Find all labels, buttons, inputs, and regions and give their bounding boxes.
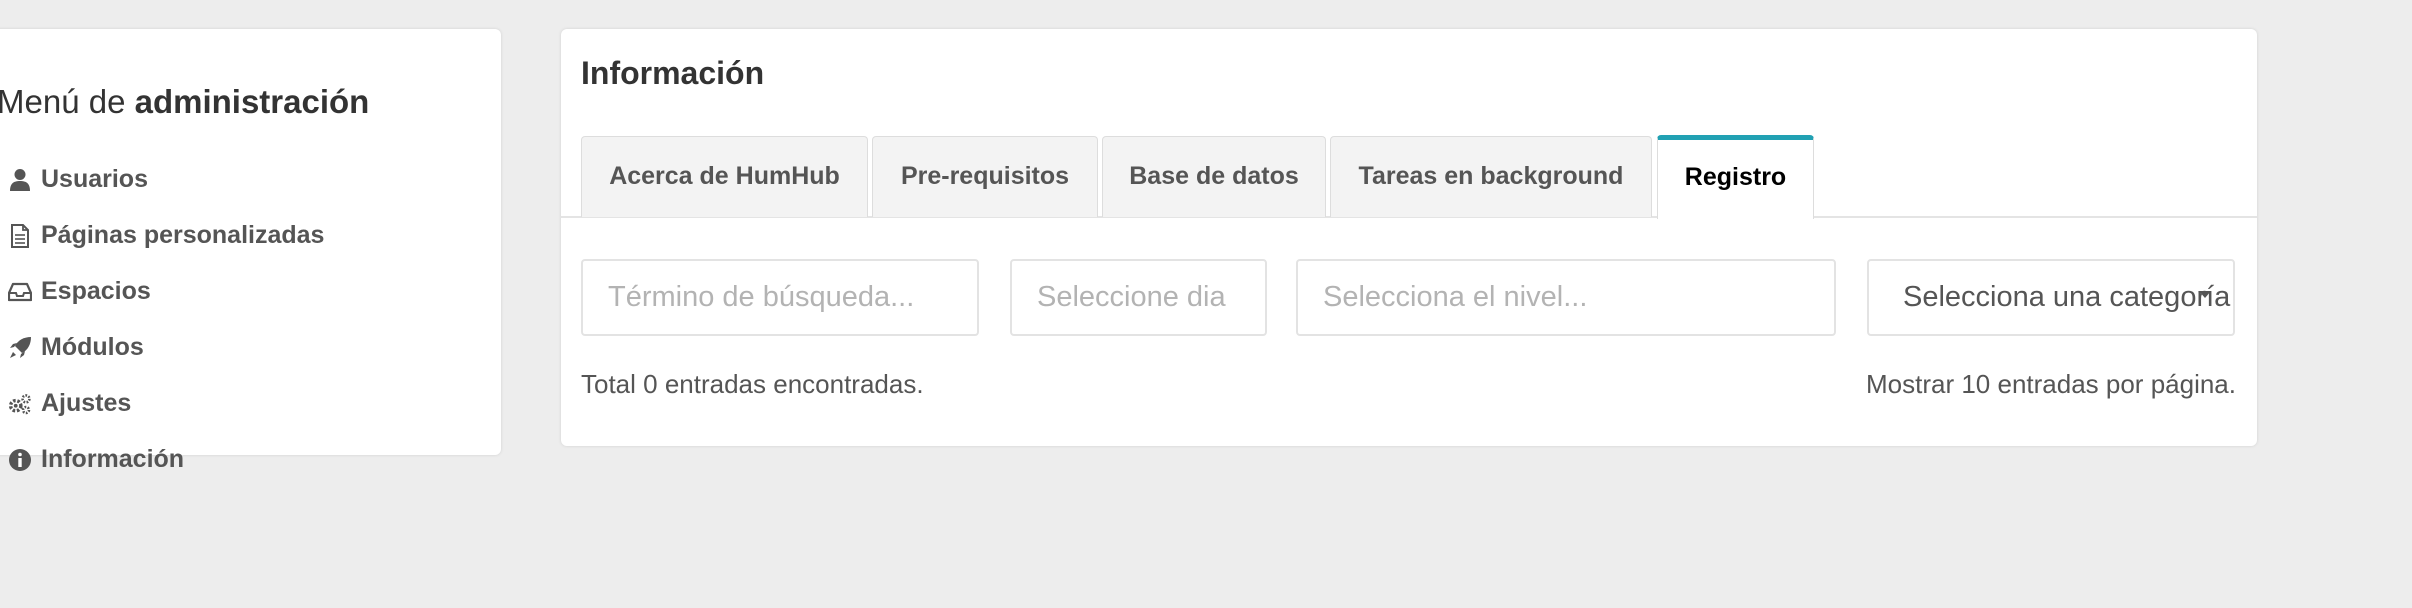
day-input[interactable] xyxy=(1010,259,1267,336)
gears-icon xyxy=(8,392,32,416)
tab-registro[interactable]: Registro xyxy=(1657,135,1814,219)
admin-menu-list: Usuarios Páginas personalizadas Espacios… xyxy=(0,151,488,487)
sidebar-item-paginas[interactable]: Páginas personalizadas xyxy=(0,207,488,263)
tab-tareas-en-background[interactable]: Tareas en background xyxy=(1330,136,1652,217)
inbox-icon xyxy=(8,280,32,304)
admin-menu-title-bold: administración xyxy=(134,83,370,120)
sidebar-item-label: Páginas personalizadas xyxy=(41,221,325,249)
tab-pre-requisitos[interactable]: Pre-requisitos xyxy=(872,136,1098,217)
sidebar-item-label: Módulos xyxy=(41,333,144,361)
sidebar-item-label: Información xyxy=(41,445,185,473)
sidebar-item-label: Ajustes xyxy=(41,389,132,417)
category-select-value: Selecciona una categoría xyxy=(1903,281,2231,313)
tab-acerca-de-humhub[interactable]: Acerca de HumHub xyxy=(581,136,868,217)
user-icon xyxy=(8,168,32,192)
sidebar-item-ajustes[interactable]: Ajustes xyxy=(0,375,488,431)
sidebar-item-espacios[interactable]: Espacios xyxy=(0,263,488,319)
sidebar-item-label: Usuarios xyxy=(41,165,148,193)
file-icon xyxy=(8,224,32,248)
level-select-input[interactable] xyxy=(1296,259,1836,336)
admin-menu-panel: Menú de administración Usuarios Páginas … xyxy=(0,29,501,473)
rocket-icon xyxy=(8,336,32,360)
category-select[interactable]: Selecciona una categoría xyxy=(1867,259,2235,336)
total-entries-text: Total 0 entradas encontradas. xyxy=(581,369,924,399)
sidebar-item-label: Espacios xyxy=(41,277,151,305)
info-icon xyxy=(8,448,32,472)
page-title: Información xyxy=(581,55,765,91)
chevron-down-icon xyxy=(2199,291,2211,298)
sidebar-item-usuarios[interactable]: Usuarios xyxy=(0,151,488,207)
information-panel: Información Acerca de HumHub Pre-requisi… xyxy=(561,29,2257,446)
sidebar-item-informacion[interactable]: Información xyxy=(0,431,488,487)
sidebar-item-modulos[interactable]: Módulos xyxy=(0,319,488,375)
search-input[interactable] xyxy=(581,259,979,336)
tab-base-de-datos[interactable]: Base de datos xyxy=(1102,136,1326,217)
admin-menu-title: Menú de administración xyxy=(0,82,369,122)
per-page-text: Mostrar 10 entradas por página. xyxy=(1866,369,2236,399)
admin-menu-title-prefix: Menú de xyxy=(0,83,135,120)
